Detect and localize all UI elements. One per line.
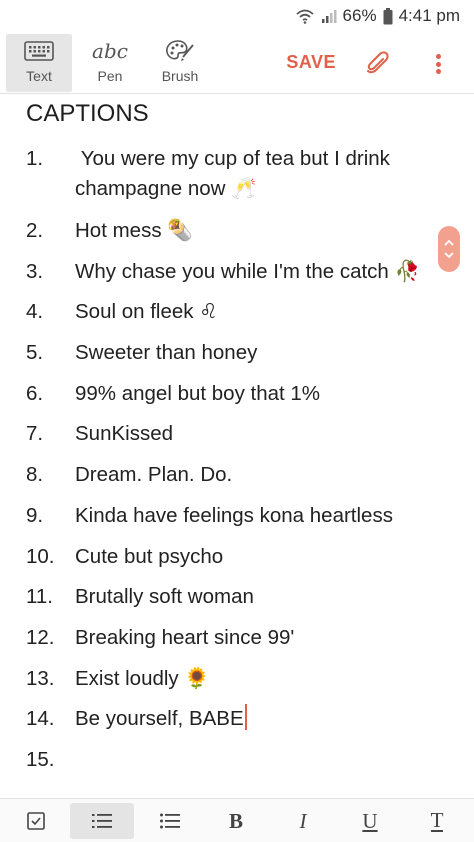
- bullet-list-button[interactable]: [138, 803, 202, 839]
- list-item: 14. Be yourself, BABE: [26, 704, 446, 745]
- list-text: SunKissed: [75, 422, 174, 446]
- list-text: Sweeter than honey: [75, 341, 258, 365]
- brush-mode-label: Brush: [161, 68, 199, 84]
- numbered-list-icon: [92, 814, 112, 828]
- more-vert-icon[interactable]: [432, 50, 444, 78]
- status-indicators: 66% 4:41 pm: [295, 6, 460, 26]
- list-item: 12. Breaking heart since 99': [26, 623, 446, 664]
- note-body[interactable]: CAPTIONS 1. You were my cup of tea but I…: [0, 94, 474, 798]
- text-cursor: [244, 704, 247, 731]
- editor-toolbar: Text abc Pen Brush: [0, 32, 474, 94]
- list-number: 15.: [26, 747, 55, 771]
- list-number: 4.: [26, 300, 44, 324]
- save-button[interactable]: SAVE: [286, 52, 336, 73]
- battery-icon: [383, 7, 393, 25]
- list-item: 10. Cute but psycho: [26, 542, 446, 583]
- chevron-up-icon: [444, 239, 454, 246]
- clock: 4:41 pm: [398, 6, 460, 25]
- bold-button[interactable]: B: [204, 803, 268, 839]
- brush-mode-button[interactable]: Brush: [150, 34, 210, 92]
- list-text: Kinda have feelings kona heartless: [75, 503, 393, 527]
- scroll-handle[interactable]: [438, 226, 460, 272]
- list-item: 6. 99% angel but boy that 1%: [26, 379, 446, 420]
- list-number: 14.: [26, 707, 55, 731]
- list-item: 15.: [26, 745, 446, 786]
- more-dot: [435, 69, 441, 74]
- list-text: Brutally soft woman: [75, 585, 254, 609]
- list-text: Breaking heart since 99': [75, 625, 295, 649]
- list-text: Cute but psycho: [75, 544, 224, 568]
- abc-handwriting-icon: abc: [92, 34, 128, 68]
- caption-list: 1. You were my cup of tea but I drink ch…: [26, 144, 446, 786]
- signal-icon: [321, 8, 337, 24]
- pen-glyph: abc: [92, 39, 128, 63]
- list-number: 13.: [26, 666, 55, 690]
- text-color-button[interactable]: T: [405, 803, 469, 839]
- list-item: 11. Brutally soft woman: [26, 582, 446, 623]
- format-bar: B I U T: [0, 798, 474, 842]
- italic-button[interactable]: I: [271, 803, 335, 839]
- pen-mode-button[interactable]: abc Pen: [80, 34, 140, 92]
- more-dot: [435, 54, 441, 59]
- list-item: 8. Dream. Plan. Do.: [26, 460, 446, 501]
- checkbox-button[interactable]: [4, 803, 68, 839]
- list-number: 7.: [26, 422, 44, 446]
- list-item: 1. You were my cup of tea but I drink ch…: [26, 144, 446, 216]
- list-number: 10.: [26, 544, 55, 568]
- list-number: 3.: [26, 259, 44, 283]
- list-text: Exist loudly 🌻: [75, 666, 210, 690]
- list-number: 9.: [26, 503, 44, 527]
- list-number: 12.: [26, 625, 55, 649]
- list-text: Dream. Plan. Do.: [75, 463, 233, 487]
- list-text-with-caret: Be yourself, BABE: [75, 704, 446, 734]
- bullet-list-icon: [160, 813, 180, 829]
- list-text: Hot mess 🌯: [75, 219, 193, 242]
- battery-percent: 66%: [342, 6, 377, 25]
- list-item: 2. Hot mess 🌯: [26, 216, 446, 257]
- list-text: Why chase you while I'm the catch 🥀: [75, 259, 421, 283]
- pen-mode-label: Pen: [97, 68, 123, 84]
- list-text: Be yourself, BABE: [75, 707, 244, 731]
- list-text: Soul on fleek ♌: [75, 300, 218, 324]
- list-number: 8.: [26, 463, 44, 487]
- underline-label: U: [362, 808, 378, 833]
- status-bar: 66% 4:41 pm: [0, 0, 474, 32]
- bold-label: B: [228, 808, 243, 833]
- note-heading: CAPTIONS: [26, 100, 149, 127]
- text-mode-label: Text: [26, 68, 52, 84]
- list-number: 1.: [26, 147, 44, 170]
- list-item: 13. Exist loudly 🌻: [26, 664, 446, 705]
- list-text: You were my cup of tea but I drink champ…: [75, 147, 396, 200]
- list-number: 2.: [26, 219, 44, 242]
- list-item: 4. Soul on fleek ♌: [26, 297, 446, 338]
- list-item: 7. SunKissed: [26, 419, 446, 460]
- checkbox-icon: [27, 812, 45, 830]
- text-color-label: T: [430, 808, 444, 832]
- numbered-list-button[interactable]: [70, 803, 134, 839]
- chevron-down-icon: [444, 252, 454, 259]
- list-number: 6.: [26, 381, 44, 405]
- italic-label: I: [299, 808, 307, 833]
- more-dot: [435, 61, 441, 67]
- text-mode-button[interactable]: Text: [6, 34, 72, 92]
- list-number: 5.: [26, 341, 44, 365]
- underline-button[interactable]: U: [338, 803, 402, 839]
- list-number: 11.: [26, 585, 53, 609]
- paperclip-icon[interactable]: [364, 50, 392, 78]
- list-text: 99% angel but boy that 1%: [75, 381, 321, 405]
- wifi-icon: [295, 8, 315, 24]
- palette-icon: [165, 34, 195, 68]
- keyboard-icon: [24, 34, 54, 68]
- list-item: 3. Why chase you while I'm the catch 🥀: [26, 257, 446, 298]
- list-item: 5. Sweeter than honey: [26, 338, 446, 379]
- list-item: 9. Kinda have feelings kona heartless: [26, 501, 446, 542]
